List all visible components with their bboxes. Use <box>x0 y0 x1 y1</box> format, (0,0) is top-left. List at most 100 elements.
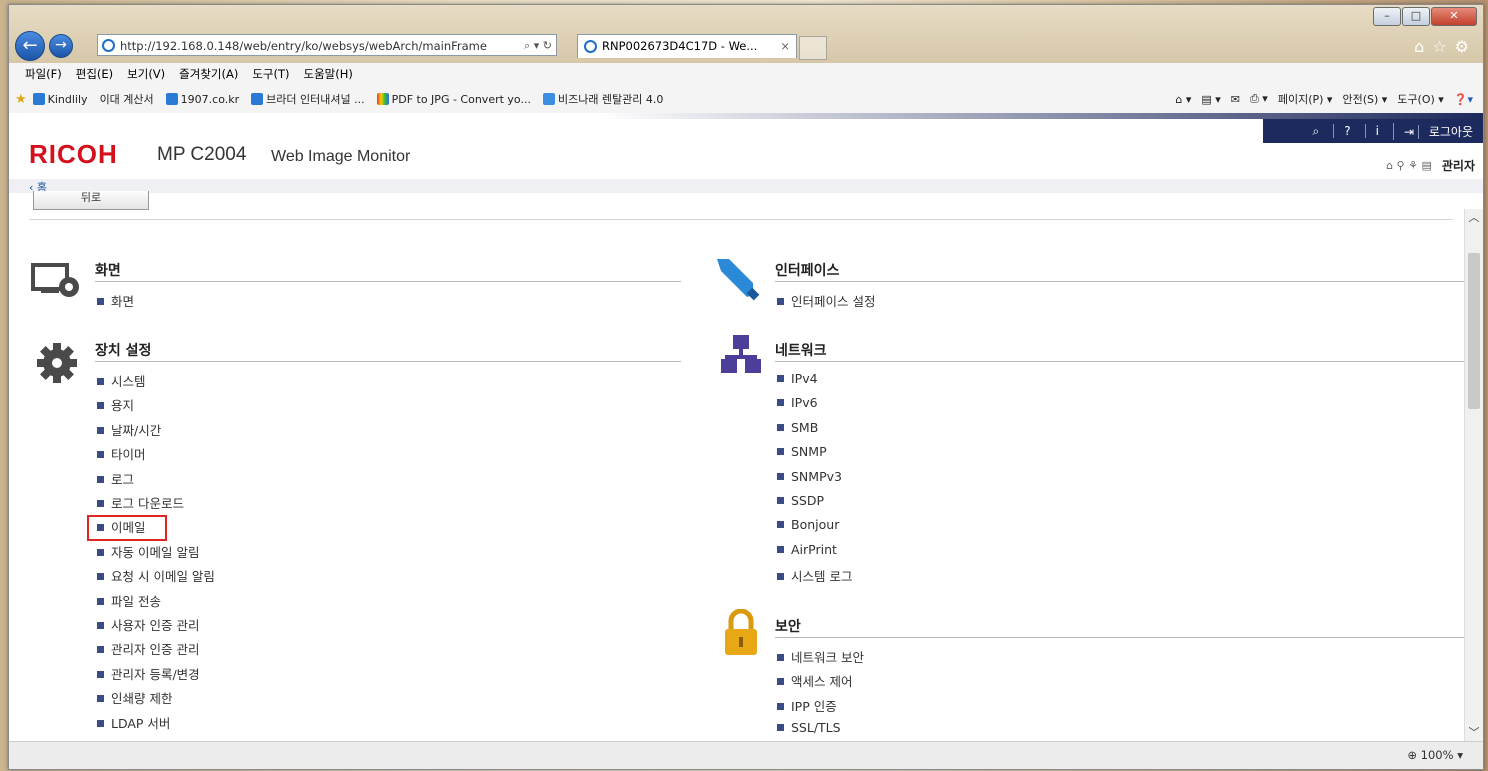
link-device-item[interactable]: 날짜/시간 <box>97 420 161 439</box>
link-device-item[interactable]: 사용자 인증 관리 <box>97 615 199 634</box>
safety-menu[interactable]: 안전(S) ▾ <box>1342 91 1387 107</box>
address-bar[interactable]: http://192.168.0.148/web/entry/ko/websys… <box>97 34 557 56</box>
link-device-item[interactable]: 관리자 인증 관리 <box>97 639 199 658</box>
back-arrow-icon[interactable]: ← <box>15 31 45 61</box>
link-security-item[interactable]: SSL/TLS <box>777 720 841 735</box>
ie-tab-icon <box>584 40 597 53</box>
browser-window: – □ ✕ ← → http://192.168.0.148/web/entry… <box>8 4 1484 770</box>
close-window-button[interactable]: ✕ <box>1431 7 1477 26</box>
tab-close-icon[interactable]: × <box>780 35 790 57</box>
ie-page-icon <box>102 39 115 52</box>
link-network-item[interactable]: IPv4 <box>777 371 818 386</box>
back-button[interactable]: 뒤로 <box>33 191 149 210</box>
search-icon[interactable]: ⌕ <box>1303 124 1320 139</box>
menu-item[interactable]: 파일(F) <box>25 66 62 82</box>
app-subtitle: Web Image Monitor <box>271 148 411 165</box>
section-title-security: 보안 <box>775 619 801 635</box>
scroll-thumb[interactable] <box>1468 253 1480 409</box>
link-device-item[interactable]: 타이머 <box>97 444 146 463</box>
section-divider <box>775 637 1467 638</box>
minimize-button[interactable]: – <box>1373 7 1401 26</box>
status-icons: ⌂ ⚲ ⚘ ▤ <box>1386 159 1432 172</box>
favorite-item[interactable]: 1907.co.kr <box>165 93 239 106</box>
link-interface-item[interactable]: 인터페이스 설정 <box>777 291 875 310</box>
link-security-item[interactable]: IPP 인증 <box>777 696 837 715</box>
section-divider <box>95 281 681 282</box>
page-icon <box>251 93 264 105</box>
divider <box>29 219 1453 220</box>
page-content: ⌕ ? i ⇥ 로그아웃 RICOH MP C2004 Web Image Mo… <box>9 113 1483 742</box>
menu-item[interactable]: 도구(T) <box>252 66 289 82</box>
maximize-button[interactable]: □ <box>1402 7 1430 26</box>
menu-item[interactable]: 도움말(H) <box>304 66 353 82</box>
link-device-item[interactable]: 용지 <box>97 395 134 414</box>
menu-item[interactable]: 즐겨찾기(A) <box>179 66 238 82</box>
favorite-item[interactable]: 브라더 인터내셔널 ... <box>251 91 365 107</box>
feeds-icon[interactable]: ▤ ▾ <box>1201 93 1220 106</box>
cable-icon <box>717 259 760 301</box>
link-network-item[interactable]: SMB <box>777 420 818 435</box>
section-title-device: 장치 설정 <box>95 343 152 359</box>
menu-item[interactable]: 보기(V) <box>127 66 165 82</box>
link-security-item[interactable]: 네트워크 보안 <box>777 647 864 666</box>
link-screen-item[interactable]: 화면 <box>97 291 134 310</box>
link-device-item[interactable]: 파일 전송 <box>97 591 161 610</box>
help-icon[interactable]: ❓▾ <box>1454 93 1473 106</box>
top-tools: ⌕ ? i ⇥ 로그아웃 <box>1263 119 1483 143</box>
model-name: MP C2004 <box>157 144 247 165</box>
user-name: 관리자 <box>1441 159 1475 173</box>
browser-tab[interactable]: RNP002673D4C17D - We... × <box>577 34 797 58</box>
gear-icon <box>37 343 77 383</box>
link-network-item[interactable]: IPv6 <box>777 395 818 410</box>
link-security-item[interactable]: 액세스 제어 <box>777 671 852 690</box>
link-device-item[interactable]: 시스템 <box>97 371 146 390</box>
help-icon[interactable]: ? <box>1333 124 1351 138</box>
favorite-item[interactable]: Kindlily <box>32 93 88 106</box>
settings-gear-icon[interactable]: ⚙ <box>1455 37 1469 56</box>
mail-icon[interactable]: ✉ <box>1231 93 1240 106</box>
section-divider <box>775 361 1467 362</box>
favorites-star-icon[interactable]: ☆ <box>1432 37 1446 56</box>
header-gradient-bar <box>9 113 1483 119</box>
breadcrumb-bar <box>9 179 1483 193</box>
user-status: ⌂ ⚲ ⚘ ▤ 관리자 <box>1386 157 1475 174</box>
network-icon <box>721 335 761 373</box>
page-menu[interactable]: 페이지(P) ▾ <box>1278 91 1333 107</box>
menu-item[interactable]: 편집(E) <box>76 66 113 82</box>
vertical-scrollbar[interactable]: ︿ ﹀ <box>1464 209 1483 742</box>
link-network-item[interactable]: SNMP <box>777 444 827 459</box>
email-highlight-box <box>87 515 167 541</box>
link-network-item[interactable]: 시스템 로그 <box>777 566 852 585</box>
home-cmd-icon[interactable]: ⌂ ▾ <box>1175 93 1191 106</box>
link-device-item[interactable]: 자동 이메일 알림 <box>97 542 199 561</box>
favorites-star-icon[interactable]: ★ <box>15 92 27 107</box>
favorite-item[interactable]: 이대 계산서 <box>100 91 154 107</box>
link-network-item[interactable]: SNMPv3 <box>777 469 842 484</box>
link-device-item[interactable]: 인쇄량 제한 <box>97 688 172 707</box>
status-bar: ⊕ 100% ▾ <box>9 741 1483 769</box>
command-bar: ⌂ ▾ ▤ ▾ ✉ ⎙ ▾ 페이지(P) ▾ 안전(S) ▾ 도구(O) ▾ ❓… <box>1175 85 1473 113</box>
home-icon[interactable]: ⌂ <box>1414 37 1424 56</box>
scroll-down-icon[interactable]: ﹀ <box>1465 724 1483 742</box>
zoom-level[interactable]: ⊕ 100% ▾ <box>1407 748 1463 762</box>
link-device-item[interactable]: 로그 <box>97 469 134 488</box>
link-device-item[interactable]: 요청 시 이메일 알림 <box>97 566 215 585</box>
logout-link[interactable]: ⇥ 로그아웃 <box>1392 122 1473 140</box>
link-network-item[interactable]: Bonjour <box>777 517 839 532</box>
link-network-item[interactable]: AirPrint <box>777 542 837 557</box>
scroll-up-icon[interactable]: ︿ <box>1465 209 1483 227</box>
section-title-network: 네트워크 <box>775 343 827 359</box>
info-icon[interactable]: i <box>1364 124 1379 138</box>
link-device-item[interactable]: 관리자 등록/변경 <box>97 664 200 683</box>
link-device-item[interactable]: 로그 다운로드 <box>97 493 184 512</box>
new-tab-button[interactable] <box>799 36 827 60</box>
link-network-item[interactable]: SSDP <box>777 493 824 508</box>
tools-menu[interactable]: 도구(O) ▾ <box>1397 91 1444 107</box>
favorite-item[interactable]: 비즈나래 렌탈관리 4.0 <box>542 91 663 107</box>
address-tools[interactable]: ⌕ ▾ ↻ <box>520 35 552 55</box>
forward-arrow-icon[interactable]: → <box>49 34 73 58</box>
link-device-item[interactable]: LDAP 서버 <box>97 713 170 732</box>
print-icon[interactable]: ⎙ ▾ <box>1250 92 1268 106</box>
page-icon <box>32 93 45 105</box>
favorite-item[interactable]: PDF to JPG - Convert yo... <box>376 93 531 106</box>
